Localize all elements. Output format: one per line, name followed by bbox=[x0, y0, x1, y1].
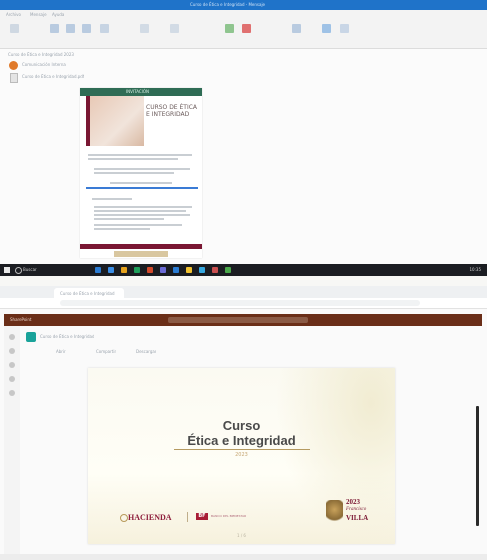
flyer-text-line bbox=[94, 210, 186, 212]
presentation-slide: Curso Ética e Integridad 2023 HACIENDA B… bbox=[88, 368, 395, 544]
slide-title-line1: Curso bbox=[222, 418, 261, 433]
reply-all-icon[interactable] bbox=[66, 24, 75, 33]
forward-icon[interactable] bbox=[82, 24, 91, 33]
taskbar-search-label[interactable]: Buscar bbox=[23, 267, 37, 272]
sender-avatar bbox=[9, 61, 18, 70]
logo-divider bbox=[187, 512, 188, 522]
lists-icon[interactable] bbox=[9, 390, 15, 396]
outlook-title-bar: Curso de Ética e Integridad - Mensaje bbox=[0, 0, 487, 10]
flyer-text-line bbox=[94, 172, 174, 174]
flyer-header-label: INVITACIÓN bbox=[126, 89, 149, 94]
delete-icon[interactable] bbox=[10, 24, 19, 33]
taskbar-app-icon[interactable] bbox=[160, 267, 166, 273]
flyer-photo bbox=[86, 96, 144, 146]
app-name[interactable]: SharePoint bbox=[10, 317, 31, 322]
hacienda-logo: HACIENDA bbox=[128, 513, 172, 522]
browser-window: Curso de Ética e Integridad SharePoint C… bbox=[0, 286, 487, 560]
flyer-text-line bbox=[88, 154, 192, 156]
flyer-logos bbox=[114, 251, 168, 257]
flyer-text-line bbox=[94, 228, 150, 230]
tab-title: Curso de Ética e Integridad bbox=[60, 291, 115, 296]
ribbon-tab-message[interactable]: Mensaje bbox=[30, 12, 47, 17]
slide-year: 2023 bbox=[235, 452, 248, 458]
flyer-text-line bbox=[92, 198, 132, 200]
share-button[interactable]: Compartir bbox=[96, 349, 116, 354]
bf-logo-subtitle: BANCO DEL BIENESTAR bbox=[211, 514, 247, 518]
reply-icon[interactable] bbox=[50, 24, 59, 33]
windows-taskbar: Buscar 10:35 bbox=[0, 264, 487, 276]
flyer-text-line bbox=[88, 158, 178, 160]
slide-pager: 1 / 6 bbox=[237, 533, 246, 538]
tray-clock[interactable]: 10:35 bbox=[469, 267, 481, 272]
flyer-footer-band bbox=[80, 244, 202, 249]
ribbon-tab-help[interactable]: Ayuda bbox=[52, 12, 64, 17]
move-icon[interactable] bbox=[140, 24, 149, 33]
vertical-scrollbar[interactable] bbox=[476, 406, 479, 526]
taskbar-app-icon[interactable] bbox=[108, 267, 114, 273]
translate-icon[interactable] bbox=[225, 24, 234, 33]
flyer-text-line bbox=[94, 218, 164, 220]
quick-steps-icon[interactable] bbox=[100, 24, 109, 33]
address-bar[interactable] bbox=[60, 300, 420, 306]
slide-title-line2: Ética e Integridad bbox=[187, 433, 296, 448]
viva-icon[interactable] bbox=[322, 24, 331, 33]
flyer-text-line bbox=[110, 182, 172, 184]
attachment-name[interactable]: Curso de Ética e Integridad.pdf bbox=[22, 74, 84, 79]
hacienda-emblem-icon bbox=[120, 514, 128, 522]
taskbar-app-icon[interactable] bbox=[173, 267, 179, 273]
taskbar-app-icon[interactable] bbox=[134, 267, 140, 273]
news-icon[interactable] bbox=[9, 362, 15, 368]
flyer-link[interactable] bbox=[86, 187, 198, 189]
ribbon-tab-file[interactable]: Archivo bbox=[6, 12, 21, 17]
download-button[interactable]: Descargar bbox=[136, 349, 156, 354]
flyer-text-line bbox=[94, 206, 192, 208]
open-button[interactable]: Abrir bbox=[56, 349, 66, 354]
email-flyer-image: INVITACIÓN CURSO DE ÉTICA E INTEGRIDAD bbox=[80, 88, 202, 258]
tags-icon[interactable] bbox=[170, 24, 179, 33]
outlook-window: Curso de Ética e Integridad - Mensaje Ar… bbox=[0, 0, 487, 276]
slide-title-rule bbox=[174, 449, 310, 450]
bf-logo: BF bbox=[196, 513, 208, 520]
emblem-name: Francisco bbox=[346, 507, 367, 512]
taskbar-app-icon[interactable] bbox=[121, 267, 127, 273]
flyer-text-line bbox=[94, 168, 190, 170]
browser-tab[interactable]: Curso de Ética e Integridad bbox=[54, 288, 124, 298]
emblem-word: VILLA bbox=[346, 514, 369, 522]
attachment-icon[interactable] bbox=[10, 73, 18, 83]
villa-portrait-icon bbox=[326, 500, 343, 524]
flyer-header-band: INVITACIÓN bbox=[80, 88, 202, 96]
flyer-title: CURSO DE ÉTICA E INTEGRIDAD bbox=[146, 104, 198, 118]
home-icon[interactable] bbox=[9, 334, 15, 340]
app-search-box[interactable] bbox=[168, 317, 308, 323]
apps-icon[interactable] bbox=[340, 24, 349, 33]
start-icon[interactable] bbox=[4, 267, 10, 273]
sites-icon[interactable] bbox=[9, 348, 15, 354]
taskbar-app-icon[interactable] bbox=[147, 267, 153, 273]
sender-line: Comunicación Interna bbox=[22, 62, 66, 67]
taskbar-app-icon[interactable] bbox=[186, 267, 192, 273]
flyer-text-line bbox=[94, 224, 182, 226]
taskbar-app-icon[interactable] bbox=[212, 267, 218, 273]
emblem-year: 2023 bbox=[346, 498, 360, 506]
window-title: Curso de Ética e Integridad - Mensaje bbox=[190, 2, 266, 7]
zoom-icon[interactable] bbox=[292, 24, 301, 33]
files-icon[interactable] bbox=[9, 376, 15, 382]
flyer-text-line bbox=[94, 214, 190, 216]
app-left-rail bbox=[4, 326, 20, 560]
message-subject: Curso de Ética e Integridad 2023 bbox=[8, 52, 74, 57]
viewer-toolbar: Abrir Compartir Descargar bbox=[26, 348, 476, 356]
taskbar-app-icon[interactable] bbox=[95, 267, 101, 273]
file-type-icon bbox=[26, 332, 36, 342]
report-icon[interactable] bbox=[242, 24, 251, 33]
francisco-villa-emblem: 2023 Francisco VILLA bbox=[324, 496, 376, 530]
browser-bottom-bar bbox=[0, 554, 487, 560]
taskbar-app-icon[interactable] bbox=[225, 267, 231, 273]
browser-tab-strip: Curso de Ética e Integridad bbox=[0, 286, 487, 298]
search-icon[interactable] bbox=[15, 267, 22, 274]
taskbar-app-icon[interactable] bbox=[199, 267, 205, 273]
file-name: Curso de Ética e Integridad bbox=[40, 334, 95, 339]
outlook-ribbon: Archivo Mensaje Ayuda bbox=[0, 10, 487, 49]
